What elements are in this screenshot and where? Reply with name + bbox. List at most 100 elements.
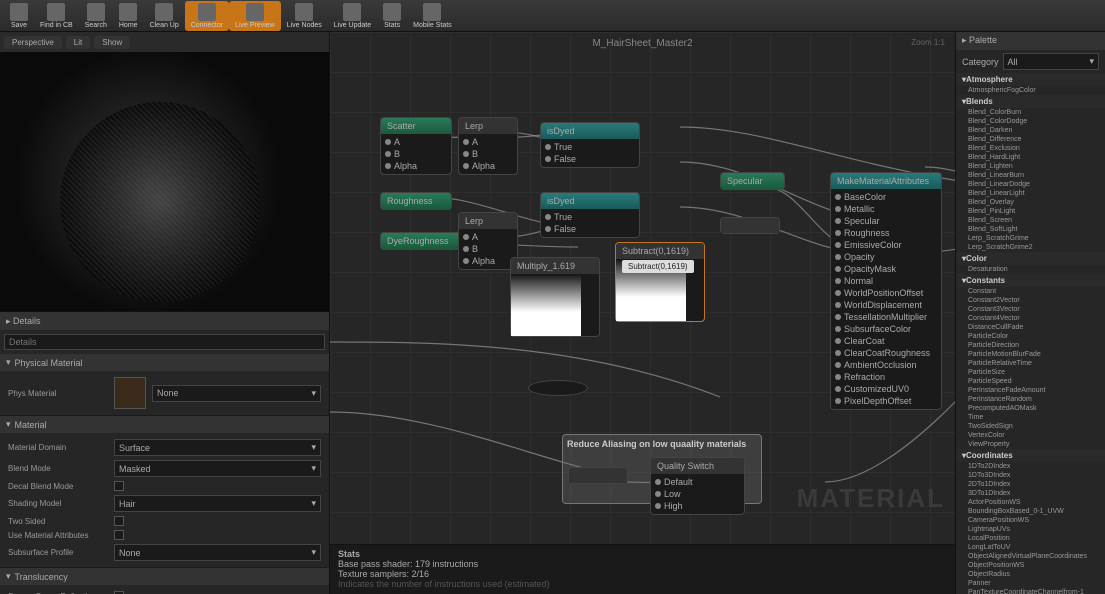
node-pin[interactable]: B <box>463 243 513 255</box>
node-pin[interactable]: SubsurfaceColor <box>835 323 937 335</box>
node-pin[interactable]: Low <box>655 488 740 500</box>
palette-item[interactable]: ParticleSize <box>956 368 1105 377</box>
node-material-output[interactable]: MakeMaterialAttributes BaseColorMetallic… <box>830 172 942 410</box>
palette-item[interactable]: ParticleRelativeTime <box>956 359 1105 368</box>
palette-item[interactable]: LightmapUVs <box>956 525 1105 534</box>
node-subtract[interactable]: Subtract(0,1619) <box>615 242 705 322</box>
prop-checkbox[interactable] <box>114 516 124 526</box>
node-roughness[interactable]: Roughness <box>380 192 452 210</box>
palette-item[interactable]: 2DTo1DIndex <box>956 480 1105 489</box>
palette-item[interactable]: VertexColor <box>956 431 1105 440</box>
toolbar-search-button[interactable]: Search <box>79 1 113 31</box>
asset-picker-dropdown[interactable]: None▾ <box>152 385 321 402</box>
palette-item[interactable]: ParticleDirection <box>956 341 1105 350</box>
palette-group-header[interactable]: ▾Coordinates <box>956 449 1105 462</box>
node-pin[interactable]: False <box>545 223 635 235</box>
palette-item[interactable]: Blend_LinearDodge <box>956 180 1105 189</box>
section-header[interactable]: ▾ Physical Material <box>0 354 329 371</box>
node-pin[interactable]: Refraction <box>835 371 937 383</box>
palette-item[interactable]: Blend_SoftLight <box>956 225 1105 234</box>
node-lerp[interactable]: Lerp ABAlpha <box>458 117 518 175</box>
details-search-input[interactable] <box>4 334 325 350</box>
toolbar-home-button[interactable]: Home <box>113 1 144 31</box>
toolbar-live-nodes-button[interactable]: Live Nodes <box>281 1 328 31</box>
node-pin[interactable]: Normal <box>835 275 937 287</box>
palette-item[interactable]: Constant <box>956 287 1105 296</box>
palette-item[interactable]: Blend_Screen <box>956 216 1105 225</box>
palette-item[interactable]: Constant3Vector <box>956 305 1105 314</box>
palette-group-header[interactable]: ▾Atmosphere <box>956 73 1105 86</box>
palette-item[interactable]: Blend_ColorBurn <box>956 108 1105 117</box>
palette-item[interactable]: Panner <box>956 579 1105 588</box>
palette-item[interactable]: Time <box>956 413 1105 422</box>
viewport-tab[interactable]: Show <box>94 36 130 49</box>
toolbar-find-in-cb-button[interactable]: Find in CB <box>34 1 79 31</box>
node-pin[interactable]: High <box>655 500 740 512</box>
palette-item[interactable]: LongLatToUV <box>956 543 1105 552</box>
node-specular[interactable]: Specular <box>720 172 785 190</box>
palette-group-header[interactable]: ▾Color <box>956 252 1105 265</box>
node-pin[interactable]: A <box>463 231 513 243</box>
prop-dropdown[interactable]: Hair▾ <box>114 495 321 512</box>
palette-item[interactable]: ObjectPositionWS <box>956 561 1105 570</box>
node-multiply[interactable]: Multiply_1.619 <box>510 257 600 337</box>
node-pin[interactable]: WorldPositionOffset <box>835 287 937 299</box>
palette-item[interactable]: ParticleColor <box>956 332 1105 341</box>
prop-dropdown[interactable]: Masked▾ <box>114 460 321 477</box>
asset-thumbnail[interactable] <box>114 377 146 409</box>
toolbar-save-button[interactable]: Save <box>4 1 34 31</box>
palette-item[interactable]: AtmosphericFogColor <box>956 86 1105 95</box>
palette-item[interactable]: PerInstanceRandom <box>956 395 1105 404</box>
node-reroute[interactable] <box>528 380 588 396</box>
node-lerp[interactable]: Lerp ABAlpha <box>458 212 518 270</box>
node-pin[interactable]: B <box>385 148 447 160</box>
node-pin[interactable]: Opacity <box>835 251 937 263</box>
node-pin[interactable]: A <box>385 136 447 148</box>
palette-item[interactable]: ViewProperty <box>956 440 1105 449</box>
palette-item[interactable]: Blend_Exclusion <box>956 144 1105 153</box>
node-pin[interactable]: WorldDisplacement <box>835 299 937 311</box>
node-pin[interactable]: False <box>545 153 635 165</box>
node-reroute[interactable] <box>720 217 780 234</box>
palette-item[interactable]: Blend_ColorDodge <box>956 117 1105 126</box>
palette-item[interactable]: ObjectRadius <box>956 570 1105 579</box>
palette-item[interactable]: ObjectAlignedVirtualPlaneCoordinates <box>956 552 1105 561</box>
node-pin[interactable]: TessellationMultiplier <box>835 311 937 323</box>
toolbar-connector-button[interactable]: Connector <box>185 1 229 31</box>
node-pin[interactable]: Default <box>655 476 740 488</box>
palette-item[interactable]: PrecomputedAOMask <box>956 404 1105 413</box>
node-pin[interactable]: Alpha <box>385 160 447 172</box>
node-pin[interactable]: Alpha <box>463 160 513 172</box>
palette-item[interactable]: Lerp_ScratchGrime <box>956 234 1105 243</box>
palette-item[interactable]: ActorPositionWS <box>956 498 1105 507</box>
palette-item[interactable]: CameraPositionWS <box>956 516 1105 525</box>
node-pin[interactable]: A <box>463 136 513 148</box>
toolbar-clean-up-button[interactable]: Clean Up <box>144 1 185 31</box>
node-pin[interactable]: Alpha <box>463 255 513 267</box>
node-dyeroughness[interactable]: DyeRoughness <box>380 232 462 250</box>
palette-item[interactable]: LocalPosition <box>956 534 1105 543</box>
node-quality-switch[interactable]: Quality Switch DefaultLowHigh <box>650 457 745 515</box>
palette-item[interactable]: ParticleMotionBlurFade <box>956 350 1105 359</box>
palette-item[interactable]: Blend_Difference <box>956 135 1105 144</box>
node-pin[interactable]: PixelDepthOffset <box>835 395 937 407</box>
palette-item[interactable]: BoundingBoxBased_0-1_UVW <box>956 507 1105 516</box>
palette-item[interactable]: Blend_HardLight <box>956 153 1105 162</box>
palette-item[interactable]: 3DTo1DIndex <box>956 489 1105 498</box>
prop-checkbox[interactable] <box>114 481 124 491</box>
node-pin[interactable]: Metallic <box>835 203 937 215</box>
node-pin[interactable]: BaseColor <box>835 191 937 203</box>
node-pin[interactable]: Specular <box>835 215 937 227</box>
node-pin[interactable]: ClearCoat <box>835 335 937 347</box>
section-header[interactable]: ▾ Translucency <box>0 568 329 585</box>
node-pin[interactable]: True <box>545 211 635 223</box>
viewport-tab[interactable]: Perspective <box>4 36 62 49</box>
material-graph-canvas[interactable]: Scatter ABAlpha Roughness DyeRoughness L… <box>330 32 955 544</box>
palette-group-header[interactable]: ▾Blends <box>956 95 1105 108</box>
palette-group-header[interactable]: ▾Constants <box>956 274 1105 287</box>
palette-item[interactable]: ParticleSpeed <box>956 377 1105 386</box>
toolbar-stats-button[interactable]: Stats <box>377 1 407 31</box>
palette-item[interactable]: Constant2Vector <box>956 296 1105 305</box>
category-dropdown[interactable]: All▾ <box>1003 53 1099 70</box>
viewport-tab[interactable]: Lit <box>66 36 90 49</box>
